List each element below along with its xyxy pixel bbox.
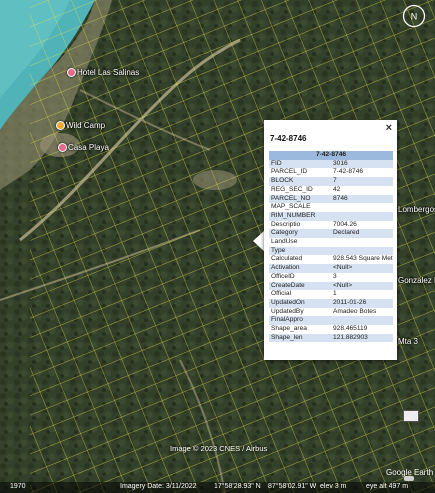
attribute-name: MAP_SCALE	[271, 203, 311, 211]
place-label[interactable]: Casa Playa	[68, 143, 109, 152]
attribute-name: RIM_NUMBER	[269, 211, 331, 221]
pegman-icon[interactable]	[404, 476, 414, 481]
attribute-value: 7004.26	[333, 220, 357, 228]
elevation: elev 3 m	[320, 483, 347, 490]
street-label: Gonzalez Prope	[398, 276, 435, 285]
attribute-name: Descriptio	[271, 220, 301, 228]
table-row: UpdatedBy Amadeo Botes	[269, 308, 393, 317]
table-header: 7-42-8746	[269, 151, 393, 160]
table-row: BLOCK 7	[269, 177, 393, 186]
table-row: Official 1	[269, 290, 393, 299]
attribute-value: <Null>	[331, 281, 393, 291]
attribute-name: Calculated	[271, 255, 303, 263]
attribute-value: 1	[333, 290, 337, 298]
attribute-name: Activation	[269, 264, 331, 273]
table-row: Type	[269, 246, 393, 256]
attribute-name: CreateDate	[269, 281, 331, 291]
place-pin-icon[interactable]	[67, 68, 76, 77]
table-row: FinalAppro	[269, 316, 393, 326]
attribute-name: UpdatedBy	[271, 307, 304, 315]
attribute-value	[331, 316, 393, 326]
attribute-value	[331, 238, 393, 247]
street-label: Mta 3	[398, 337, 419, 346]
attribute-name: Shape_area	[271, 325, 307, 333]
close-icon[interactable]: ×	[386, 122, 392, 134]
compass-north-label: N	[411, 12, 418, 22]
attribute-name: Shape_len	[269, 333, 331, 343]
imagery-date: Imagery Date: 3/11/2022	[120, 483, 197, 490]
table-row: UpdatedOn 2011-01-26	[269, 298, 393, 308]
attribute-value: Amadeo Botes	[333, 307, 377, 315]
attribute-value: Declared	[331, 229, 393, 239]
table-row: Activation <Null>	[269, 264, 393, 273]
attribute-value: 3	[333, 272, 337, 280]
table-row: RIM_NUMBER	[269, 211, 393, 221]
attribute-table: 7-42-8746 FID 3016 PARCEL_ID 7-42-8746 BLOCK…	[269, 151, 393, 343]
attribute-value	[331, 203, 393, 212]
popup-title: 7-42-8746	[270, 134, 307, 143]
table-row: PARCEL_NO 8746	[269, 194, 393, 204]
building-icon	[403, 410, 419, 422]
attribute-name: Official	[271, 290, 292, 298]
compass-icon[interactable]: N	[402, 4, 426, 28]
table-row: Shape_area 928.465119	[269, 325, 393, 334]
table-row: REG_SEC_ID 42	[269, 186, 393, 195]
attribute-value: 42	[333, 185, 341, 193]
attribute-name: Type	[269, 246, 331, 256]
attribute-name: Category	[269, 229, 331, 239]
attribute-name: LandUse	[271, 238, 298, 246]
attribute-value: 8746	[331, 194, 393, 204]
attribute-value: 7	[331, 177, 393, 186]
historical-year[interactable]: 1970	[10, 483, 26, 490]
place-label[interactable]: Wild Camp	[66, 121, 105, 130]
longitude: 87°58'02.91" W	[268, 483, 317, 490]
table-row: Category Declared	[269, 229, 393, 239]
status-bar: 1970 Imagery Date: 3/11/2022 17°58'28.93…	[0, 482, 435, 493]
attribute-name: BLOCK	[269, 177, 331, 186]
table-row: FID 3016	[269, 159, 393, 169]
attribute-name: REG_SEC_ID	[271, 185, 313, 193]
place-pin-icon[interactable]	[58, 143, 67, 152]
attribute-value	[331, 211, 393, 221]
table-row: OfficeID 3	[269, 273, 393, 282]
table-row: PARCEL_ID 7-42-8746	[269, 168, 393, 177]
attribute-value: 928.465119	[333, 325, 368, 333]
table-row: CreateDate <Null>	[269, 281, 393, 291]
attribute-value: <Null>	[331, 264, 393, 273]
attribute-value: 7-42-8746	[333, 168, 364, 176]
attribute-name: PARCEL_NO	[269, 194, 331, 204]
place-label[interactable]: Hotel Las Salinas	[77, 68, 139, 77]
attribute-name: PARCEL_ID	[271, 168, 308, 176]
attribute-value	[331, 246, 393, 256]
attribute-name: OfficeID	[271, 272, 295, 280]
place-pin-icon[interactable]	[56, 121, 65, 130]
table-row: MAP_SCALE	[269, 203, 393, 212]
attribute-value: 928.543 Square Meter(s)	[333, 255, 393, 263]
attribute-value: 2011-01-26	[331, 298, 393, 308]
table-row: Calculated 928.543 Square Meter(s)	[269, 255, 393, 264]
attribute-name: UpdatedOn	[269, 298, 331, 308]
table-row: Descriptio 7004.26	[269, 221, 393, 230]
attribute-name: FID	[269, 159, 331, 169]
table-row: LandUse	[269, 238, 393, 247]
attribute-value: 3016	[331, 159, 393, 169]
attribute-value: 121.882903	[331, 333, 393, 343]
eye-altitude: eye alt 497 m	[366, 483, 409, 490]
street-label: Lombergos Isla	[398, 205, 435, 214]
attribute-name: FinalAppro	[269, 316, 331, 326]
imagery-copyright: Image © 2023 CNES / Airbus	[170, 444, 268, 453]
table-row: Shape_len 121.882903	[269, 333, 393, 343]
latitude: 17°58'28.93" N	[214, 483, 261, 490]
parcel-info-popup: 7-42-8746 × 7-42-8746 FID 3016 PARCEL_ID 7-…	[264, 120, 397, 360]
